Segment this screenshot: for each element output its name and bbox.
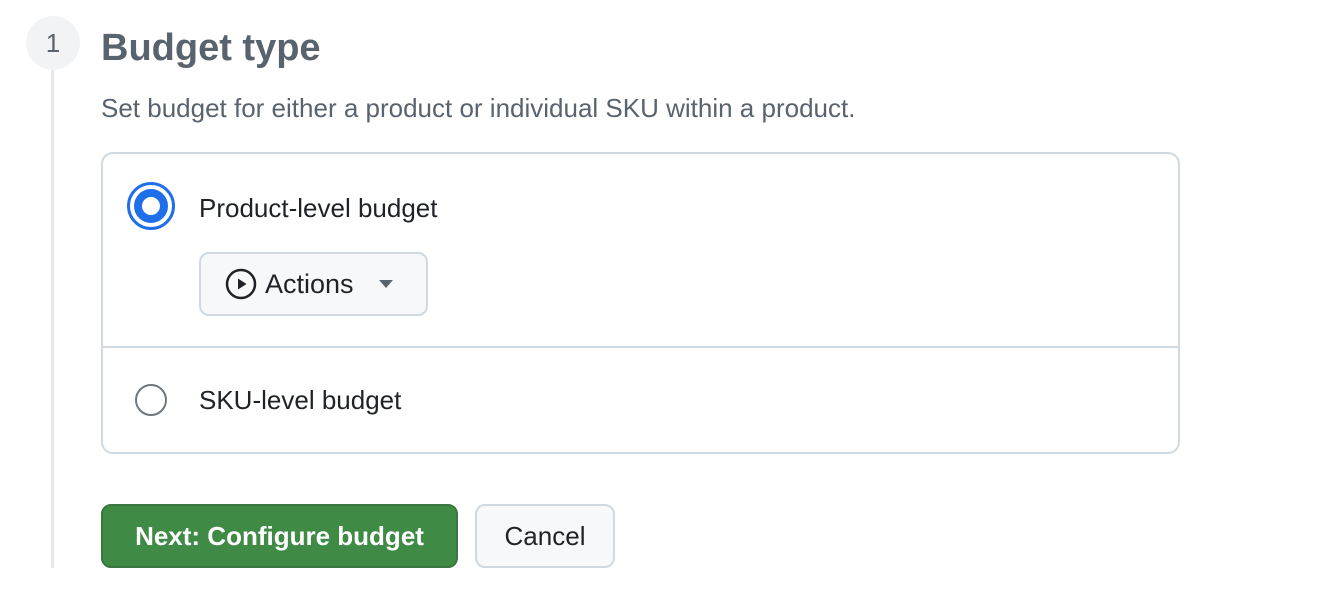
- section-title: Budget type: [101, 27, 321, 69]
- product-select-button[interactable]: Actions: [199, 252, 428, 316]
- option-product-level: Product-level budget Actions: [103, 154, 1178, 348]
- section-description: Set budget for either a product or indiv…: [101, 93, 856, 123]
- next-configure-budget-button[interactable]: Next: Configure budget: [101, 504, 458, 568]
- sku-level-label[interactable]: SKU-level budget: [199, 384, 401, 416]
- caret-down-icon: [378, 280, 393, 288]
- step-number: 1: [45, 27, 61, 58]
- sku-level-radio[interactable]: [135, 384, 167, 416]
- budget-type-options: Product-level budget Actions SKU-level b…: [101, 152, 1180, 454]
- cancel-button[interactable]: Cancel: [475, 504, 615, 568]
- product-level-radio[interactable]: [127, 182, 175, 230]
- option-sku-level: SKU-level budget: [103, 348, 1178, 454]
- step-connector-line: [51, 66, 54, 568]
- product-select-value: Actions: [265, 268, 354, 299]
- play-circle-icon: [225, 268, 257, 300]
- step-number-badge: 1: [26, 16, 80, 70]
- product-level-label[interactable]: Product-level budget: [199, 192, 437, 224]
